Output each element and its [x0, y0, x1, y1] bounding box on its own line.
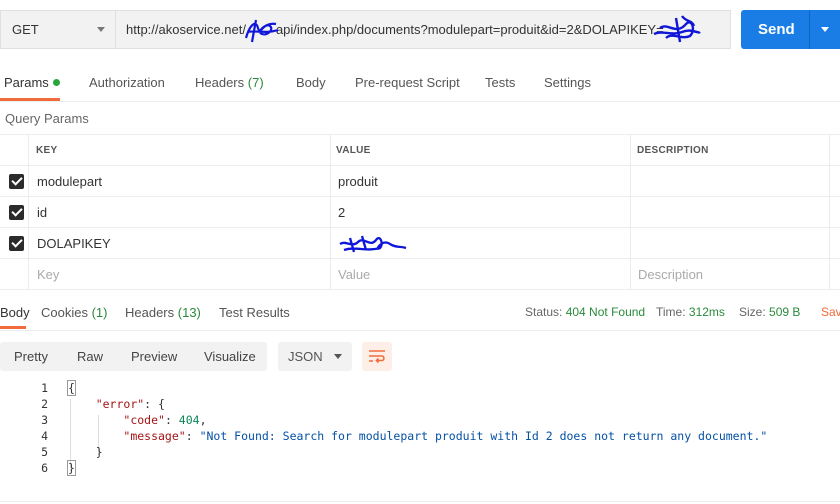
redaction-scribble [244, 19, 279, 43]
format-select[interactable]: JSON [278, 342, 352, 371]
response-tabs: Body Cookies (1) Headers (13) Test Resul… [0, 296, 840, 330]
table-row: modulepart produit [0, 166, 840, 197]
line-number: 4 [41, 429, 48, 443]
tab-body[interactable]: Body [296, 75, 326, 90]
line-number: 1 [41, 381, 48, 395]
code-line: } [67, 460, 76, 476]
code-line: "error": { [95, 397, 165, 411]
url-prefix: http://akoservice.net/ [126, 22, 246, 37]
col-description-header: DESCRIPTION [637, 145, 709, 156]
url-path: api/index.php/documents?modulepart=produ… [275, 22, 664, 37]
code-line: { [67, 380, 76, 396]
method-label: GET [12, 22, 39, 37]
code-line: "code": 404, [123, 413, 207, 427]
tab-authorization[interactable]: Authorization [89, 75, 165, 90]
format-label: JSON [288, 349, 323, 364]
tab-settings[interactable]: Settings [544, 75, 591, 90]
active-response-tab-indicator [0, 326, 26, 329]
params-active-dot-icon [52, 79, 60, 86]
col-key-header: KEY [36, 145, 58, 156]
tab-tests[interactable]: Tests [485, 75, 515, 90]
view-visualize-button[interactable]: Visualize [204, 349, 256, 364]
tab-response-headers[interactable]: Headers (13) [125, 305, 201, 320]
table-row: Key Value Description [0, 259, 840, 290]
line-number: 2 [41, 397, 48, 411]
matched-brace: } [67, 460, 76, 476]
param-checkbox[interactable] [9, 236, 24, 251]
view-preview-button[interactable]: Preview [131, 349, 177, 364]
send-options-chevron-icon[interactable] [821, 27, 829, 32]
col-value-header: VALUE [336, 145, 371, 156]
tab-response-cookies[interactable]: Cookies (1) [41, 305, 107, 320]
redaction-scribble [339, 235, 407, 253]
table-row: id 2 [0, 197, 840, 228]
line-number: 6 [41, 461, 48, 475]
param-key[interactable]: modulepart [37, 174, 102, 189]
query-params-title: Query Params [5, 111, 89, 126]
code-line: } [95, 445, 103, 459]
param-value-placeholder[interactable]: Value [338, 267, 370, 282]
param-value[interactable]: 2 [338, 205, 345, 220]
send-button[interactable]: Send [741, 10, 840, 49]
size-readout: Size: 509 B [739, 305, 801, 319]
tab-pre-request-script[interactable]: Pre-request Script [355, 75, 460, 90]
param-value[interactable]: produit [338, 174, 378, 189]
status-readout: Status: 404 Not Found [525, 305, 646, 319]
method-select[interactable]: GET [0, 10, 115, 49]
time-value[interactable]: 312ms [689, 305, 725, 319]
url-input[interactable]: http://akoservice.net/api/index.php/docu… [115, 10, 731, 49]
tab-headers[interactable]: Headers (7) [195, 75, 264, 90]
wrap-lines-button[interactable] [362, 342, 392, 371]
view-mode-group: Pretty Raw Preview Visualize [0, 342, 267, 371]
param-checkbox[interactable] [9, 174, 24, 189]
size-value[interactable]: 509 B [769, 305, 800, 319]
status-value[interactable]: 404 Not Found [566, 305, 645, 319]
code-line: "message": "Not Found: Search for module… [123, 429, 768, 443]
view-raw-button[interactable]: Raw [77, 349, 103, 364]
table-row: DOLAPIKEY [0, 228, 840, 259]
request-bar: GET http://akoservice.net/api/index.php/… [0, 10, 840, 50]
request-tabs: Params Authorization Headers (7) Body Pr… [0, 70, 840, 102]
save-response-button[interactable]: Sav [821, 305, 840, 319]
chevron-down-icon [334, 354, 342, 359]
time-readout: Time: 312ms [656, 305, 725, 319]
chevron-down-icon [97, 27, 105, 32]
params-header-row: KEY VALUE DESCRIPTION [0, 135, 840, 166]
param-checkbox[interactable] [9, 205, 24, 220]
line-number: 3 [41, 413, 48, 427]
param-key[interactable]: DOLAPIKEY [37, 236, 111, 251]
param-key-placeholder[interactable]: Key [37, 267, 59, 282]
line-number: 5 [41, 445, 48, 459]
tab-params[interactable]: Params [4, 75, 60, 90]
param-key[interactable]: id [37, 205, 47, 220]
tab-response-body[interactable]: Body [0, 305, 30, 320]
matched-brace: { [67, 380, 76, 396]
wrap-lines-icon [369, 350, 385, 364]
param-description-placeholder[interactable]: Description [638, 267, 703, 282]
view-pretty-button[interactable]: Pretty [14, 349, 48, 364]
tab-test-results[interactable]: Test Results [219, 305, 290, 320]
send-label: Send [758, 21, 795, 38]
redaction-scribble [653, 15, 701, 43]
